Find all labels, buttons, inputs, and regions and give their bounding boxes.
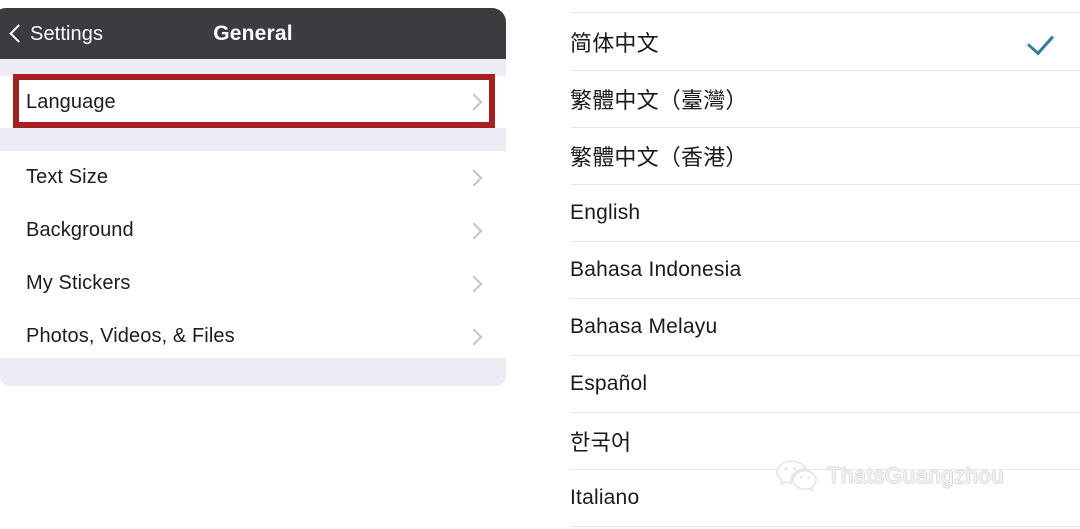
chevron-right-icon: [465, 222, 483, 239]
language-list-item-label: Italiano: [570, 485, 640, 509]
chevron-right-icon: [465, 275, 483, 292]
settings-row-text-size[interactable]: Text Size: [0, 151, 506, 204]
group-spacer-bottom: [0, 358, 506, 386]
language-list-item[interactable]: 한국어: [550, 412, 1080, 469]
language-list-item[interactable]: 繁體中文（香港）: [550, 127, 1080, 184]
settings-row-label: Text Size: [26, 166, 109, 188]
language-list-item-label: 简体中文: [570, 30, 659, 56]
language-list-pane: 简体中文繁體中文（臺灣） 繁體中文（香港） English Bahasa Indone…: [550, 0, 1080, 529]
settings-row-label: My Stickers: [26, 272, 131, 294]
language-list-item-label: Bahasa Indonesia: [570, 257, 742, 281]
page-title: General: [213, 21, 293, 45]
language-list-item-label: Español: [570, 371, 648, 395]
chevron-right-icon: [465, 169, 483, 186]
settings-row-my-stickers[interactable]: My Stickers: [0, 257, 506, 310]
checkmark-icon: [1026, 27, 1055, 56]
language-list-item-label: English: [570, 200, 641, 224]
language-list-item-label: 繁體中文（香港）: [570, 144, 748, 170]
group-spacer-middle: [0, 128, 506, 151]
navigation-bar: Settings General: [0, 8, 506, 59]
language-list-item-label: 한국어: [570, 429, 632, 455]
language-list-item[interactable]: 简体中文: [550, 13, 1080, 70]
language-list-item[interactable]: Bahasa Indonesia: [550, 241, 1080, 298]
language-list-item[interactable]: Bahasa Melayu: [550, 298, 1080, 355]
screenshot-root: Settings General Language Text Size Back…: [0, 0, 1080, 529]
language-list-item[interactable]: English: [550, 184, 1080, 241]
language-list-item-label: 繁體中文（臺灣）: [570, 87, 748, 113]
settings-row-photos-videos-files[interactable]: Photos, Videos, & Files: [0, 310, 506, 363]
settings-row-background[interactable]: Background: [0, 204, 506, 257]
group-spacer-top: [0, 59, 506, 76]
list-separator: [570, 526, 1080, 527]
language-list-item[interactable]: Italiano: [550, 469, 1080, 526]
language-list-item[interactable]: Español: [550, 355, 1080, 412]
language-list-item[interactable]: 繁體中文（臺灣）: [550, 70, 1080, 127]
language-list-item-label: Bahasa Melayu: [570, 314, 718, 338]
settings-row-label: Language: [26, 90, 116, 113]
chevron-right-icon: [465, 328, 483, 345]
chevron-right-icon: [465, 93, 483, 111]
settings-row-language[interactable]: Language: [0, 76, 506, 128]
settings-row-label: Photos, Videos, & Files: [26, 325, 235, 347]
settings-row-label: Background: [26, 219, 134, 241]
general-settings-pane: Settings General Language Text Size Back…: [0, 0, 506, 529]
